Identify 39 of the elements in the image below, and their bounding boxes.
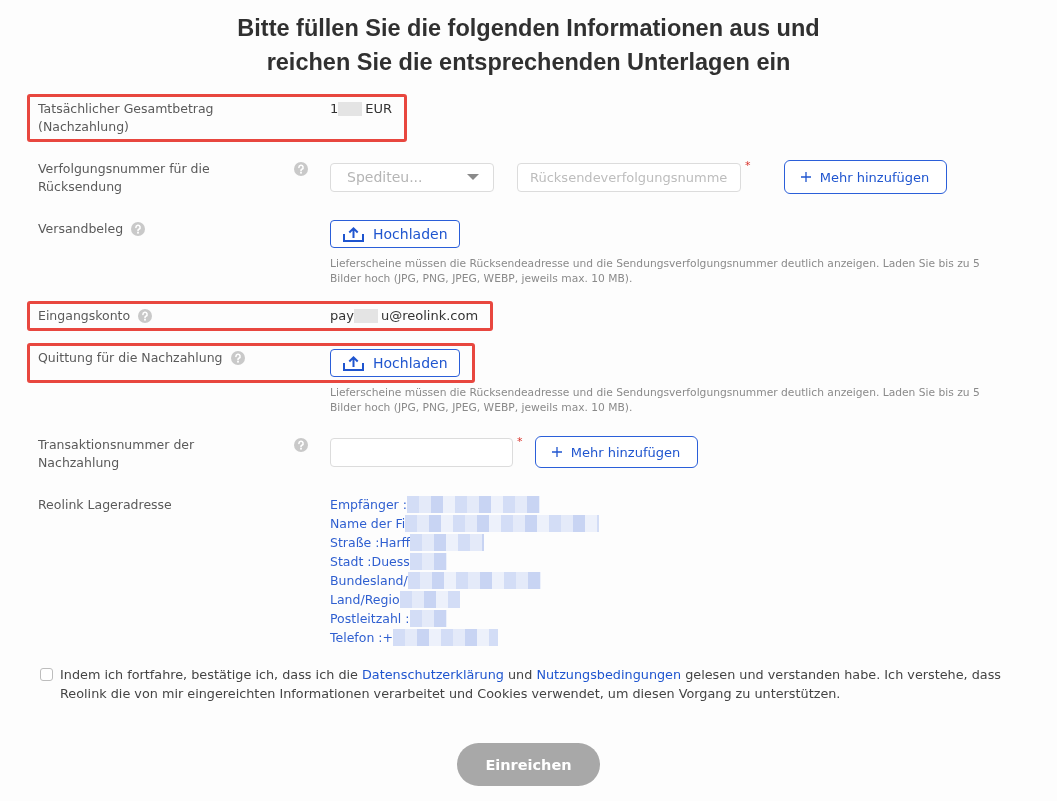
upload-icon	[343, 226, 364, 242]
value-text: EUR	[365, 100, 393, 118]
consent-link[interactable]: Nutzungsbedingungen	[536, 667, 682, 682]
caret-icon	[467, 174, 479, 180]
plus-icon	[800, 172, 811, 182]
consent-link[interactable]: Datenschutzerklärung	[362, 667, 504, 682]
address-line: Empfänger :	[330, 496, 407, 514]
address-line: Stadt :Duess	[330, 553, 410, 571]
address-line: Bundesland/	[330, 572, 408, 590]
field-label: Eingangskonto	[38, 307, 131, 325]
page-title: Bitte füllen Sie die folgenden Informationen aus und reichen Sie die entsprechenden Unterlagen ein	[236, 14, 821, 77]
address-line: Land/Regio	[330, 591, 400, 609]
upload-icon	[343, 355, 364, 371]
address-line: Name der Fi	[330, 515, 406, 533]
address-line: Straße :Harff	[330, 534, 411, 552]
hint-text: Lieferscheine müssen die Rücksendeadresse und die Sendungsverfolgungsnummer deutlich anzeigen. Laden Sie bis zu 5 Bilder hoch (JPG, PNG, JPEG, WEBP, jeweils max. 10 MB).	[330, 385, 981, 415]
field-label: Quittung für die Nachzahlung	[38, 349, 223, 367]
value-text: u@reolink.com	[380, 307, 479, 325]
transaction-number-input[interactable]	[330, 437, 513, 467]
tracking-number-input[interactable]: Rücksendeverfolgungsnumme	[517, 162, 741, 192]
consent-checkbox[interactable]	[40, 668, 53, 681]
field-label: Tatsächlicher Gesamtbetrag (Nachzahlung)	[38, 100, 215, 136]
field-label: Versandbeleg	[38, 220, 124, 238]
value-text: pay	[330, 307, 354, 325]
field-label: Reolink Lageradresse	[38, 496, 172, 514]
add-more-button[interactable]: Mehr hinzufügen	[534, 436, 698, 468]
value-text: 1	[330, 100, 339, 118]
required-mark: *	[745, 160, 751, 172]
upload-button[interactable]: Hochladen	[330, 220, 460, 248]
address-line: Postleitzahl :	[330, 610, 410, 628]
add-more-button[interactable]: Mehr hinzufügen	[783, 160, 947, 194]
address-line: Telefon :+	[330, 629, 393, 647]
field-label: Transaktionsnummer der Nachzahlung	[38, 436, 196, 472]
hint-text: Lieferscheine müssen die Rücksendeadresse und die Sendungsverfolgungsnummer deutlich anzeigen. Laden Sie bis zu 5 Bilder hoch (JPG, PNG, JPEG, WEBP, jeweils max. 10 MB).	[330, 256, 981, 286]
consent-text: Indem ich fortfahre, bestätige ich, dass ich die Datenschutzerklärung und Nutzungsbedingungen gelesen und verstanden habe. Ich verstehe, dass Reolink die von mir eingereichten Informationen verarbeitet und Cookies verwendet, um diesen Vorgang zu unterstützen.	[60, 666, 1003, 703]
upload-button[interactable]: Hochladen	[330, 349, 460, 377]
field-label: Verfolgungsnummer für die Rücksendung	[38, 160, 211, 196]
required-mark: *	[517, 436, 523, 448]
plus-icon	[551, 447, 562, 457]
